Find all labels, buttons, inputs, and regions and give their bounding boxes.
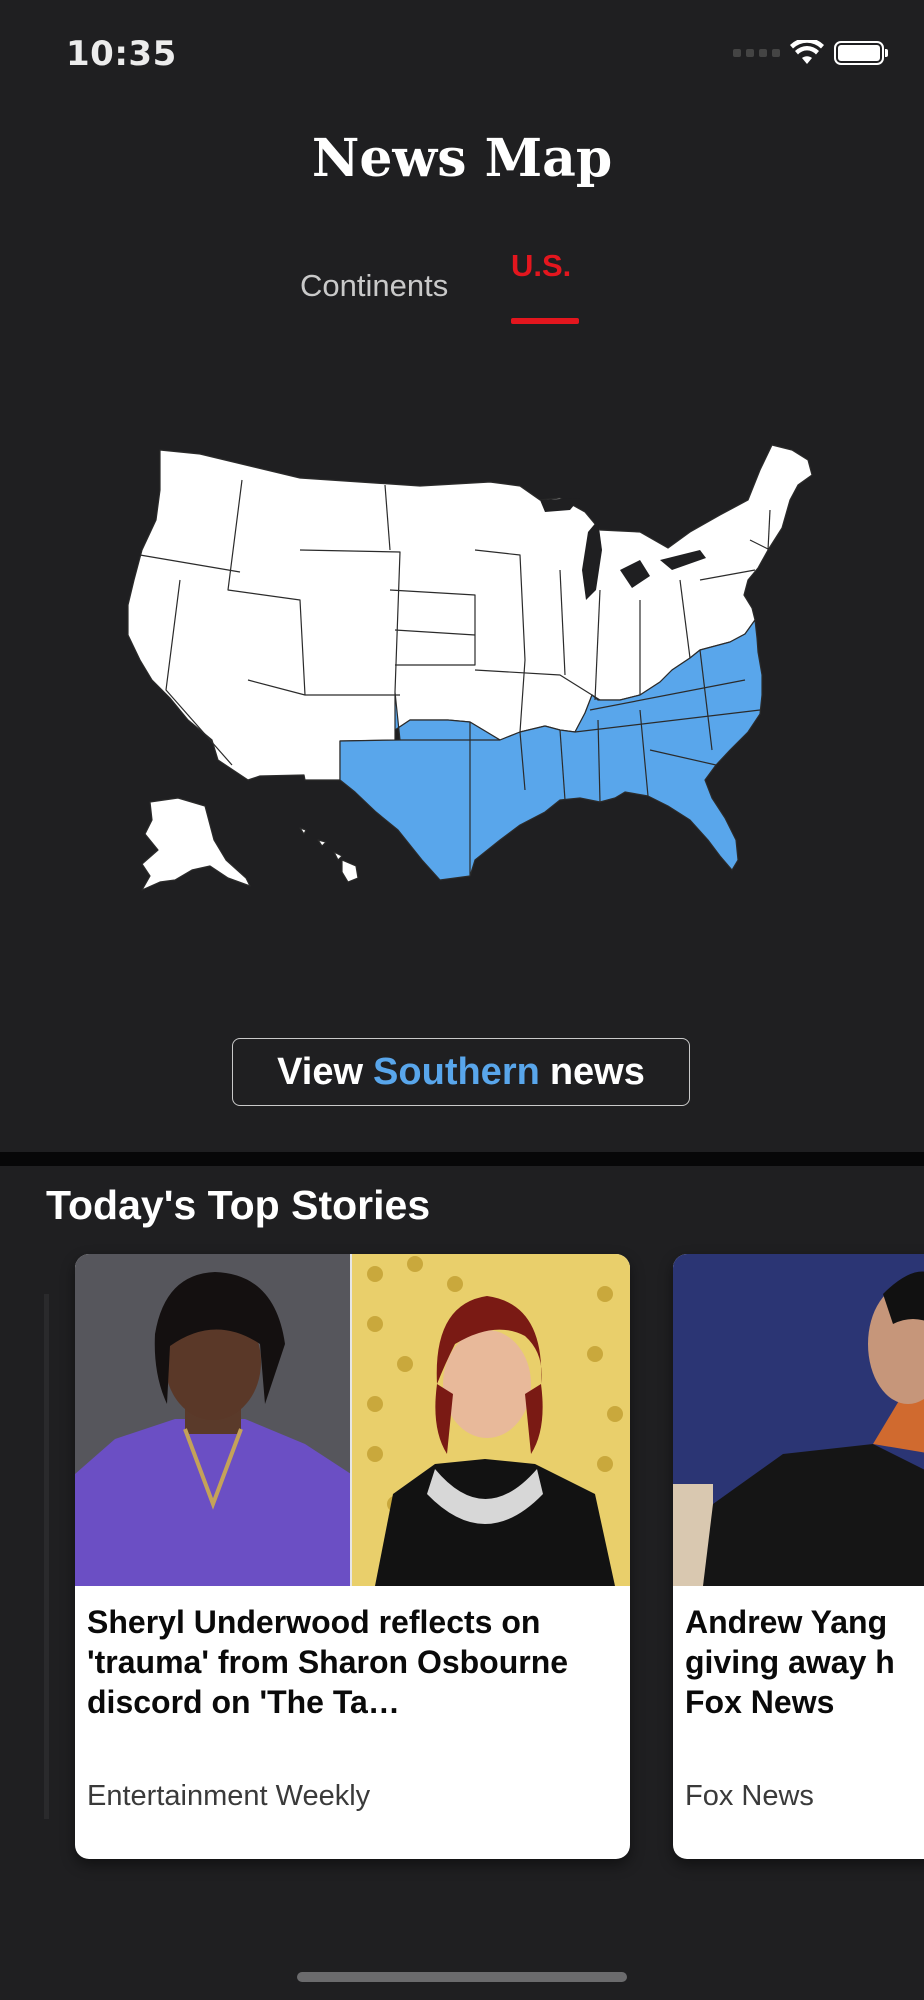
top-stories-carousel[interactable]: Sheryl Underwood reflects on 'trauma' fr… <box>0 1254 924 1864</box>
story-source: Entertainment Weekly <box>87 1780 371 1812</box>
story-card[interactable]: Andrew Yang giving away h Fox News Fox N… <box>673 1254 924 1859</box>
story-card[interactable]: Sheryl Underwood reflects on 'trauma' fr… <box>75 1254 630 1859</box>
previous-card-edge <box>44 1294 49 1819</box>
story-image <box>673 1254 924 1586</box>
map-region-hawaii <box>299 827 359 883</box>
home-indicator[interactable] <box>297 1972 627 1982</box>
active-tab-indicator <box>511 318 579 324</box>
view-region-news-button[interactable]: View Southern news <box>232 1038 690 1106</box>
us-map[interactable] <box>0 420 924 920</box>
story-headline: Sheryl Underwood reflects on 'trauma' fr… <box>87 1604 569 1720</box>
cta-suffix: news <box>549 1050 645 1093</box>
status-bar: 10:35 <box>0 0 924 110</box>
status-time: 10:35 <box>66 34 177 74</box>
cta-prefix: View <box>277 1050 364 1093</box>
tab-us[interactable]: U.S. <box>511 248 571 284</box>
story-source: Fox News <box>685 1780 814 1812</box>
story-headline: Andrew Yang giving away h Fox News <box>685 1604 895 1720</box>
tab-continents[interactable]: Continents <box>300 268 448 304</box>
tab-bar: Continents U.S. <box>0 248 924 330</box>
section-title: Today's Top Stories <box>46 1182 431 1228</box>
cellular-signal-icon <box>733 49 780 57</box>
page-title: News Map <box>311 128 613 189</box>
cta-region: Southern <box>373 1050 540 1093</box>
status-icons <box>733 40 888 66</box>
wifi-icon <box>790 40 824 64</box>
map-region-alaska <box>141 797 251 891</box>
story-image <box>75 1254 630 1586</box>
section-divider <box>0 1152 924 1166</box>
battery-icon <box>834 41 888 65</box>
